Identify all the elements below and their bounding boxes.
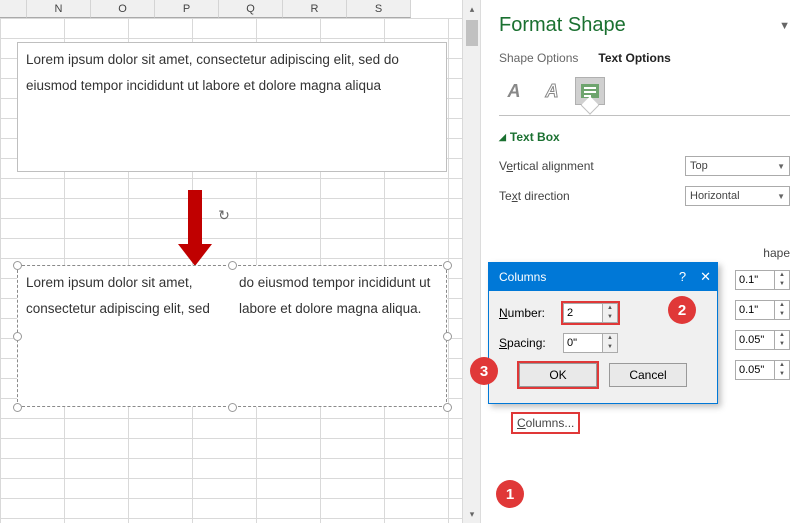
col-header-n[interactable]: N bbox=[27, 0, 91, 18]
columns-dialog: Columns ? ✕ Number: ▲▼ Spacing: ▲▼ OK Ca… bbox=[488, 262, 718, 404]
text-effects-icon[interactable]: A bbox=[537, 77, 567, 105]
scroll-down-icon[interactable]: ▾ bbox=[463, 505, 481, 523]
bottom-margin-input[interactable] bbox=[736, 361, 774, 379]
col-header-r[interactable]: R bbox=[283, 0, 347, 18]
right-margin-input[interactable] bbox=[736, 301, 774, 319]
resize-shape-label-partial: hape bbox=[763, 246, 790, 260]
section-text-box[interactable]: ◢ Text Box bbox=[499, 130, 790, 144]
help-icon[interactable]: ? bbox=[679, 269, 686, 285]
number-spinner[interactable]: ▲▼ bbox=[563, 303, 618, 323]
selection-handle[interactable] bbox=[443, 403, 452, 412]
number-label: Number: bbox=[499, 306, 557, 320]
shape-top-text: Lorem ipsum dolor sit amet, consectetur … bbox=[26, 52, 399, 93]
textbox-icon[interactable] bbox=[575, 77, 605, 105]
callout-1: 1 bbox=[496, 480, 524, 508]
col-header-s[interactable]: S bbox=[347, 0, 411, 18]
rotate-handle-icon[interactable]: ↻ bbox=[215, 207, 233, 225]
scroll-up-icon[interactable]: ▴ bbox=[463, 0, 481, 18]
tab-text-options[interactable]: Text Options bbox=[598, 51, 670, 65]
selection-handle[interactable] bbox=[13, 332, 22, 341]
spacing-input[interactable] bbox=[564, 334, 602, 352]
dialog-title: Columns bbox=[499, 270, 546, 284]
selection-handle[interactable] bbox=[13, 261, 22, 270]
ok-button[interactable]: OK bbox=[519, 363, 597, 387]
left-margin-input[interactable] bbox=[736, 271, 774, 289]
panel-title: Format Shape bbox=[499, 14, 626, 37]
selection-handle[interactable] bbox=[13, 403, 22, 412]
selection-handle[interactable] bbox=[228, 261, 237, 270]
scroll-thumb[interactable] bbox=[466, 20, 478, 46]
top-margin-input[interactable] bbox=[736, 331, 774, 349]
callout-3: 3 bbox=[470, 357, 498, 385]
selection-handle[interactable] bbox=[443, 261, 452, 270]
text-fill-icon[interactable]: A bbox=[499, 77, 529, 105]
spacing-spinner[interactable]: ▲▼ bbox=[563, 333, 618, 353]
collapse-triangle-icon[interactable]: ◢ bbox=[499, 132, 506, 143]
right-margin-spinner[interactable]: ▲▼ bbox=[735, 300, 790, 320]
vertical-scrollbar[interactable]: ▴ ▾ bbox=[462, 0, 480, 523]
dialog-titlebar[interactable]: Columns ? ✕ bbox=[489, 263, 717, 291]
text-box-shape-bottom[interactable]: Lorem ipsum dolor sit amet, consectetur … bbox=[17, 265, 447, 407]
number-input[interactable] bbox=[564, 304, 602, 322]
panel-menu-caret-icon[interactable]: ▼ bbox=[779, 20, 790, 32]
spreadsheet-grid[interactable]: N O P Q R S Lorem ipsum dolor sit amet, … bbox=[0, 0, 480, 523]
selection-handle[interactable] bbox=[443, 332, 452, 341]
col-header-o[interactable]: O bbox=[91, 0, 155, 18]
text-box-shape-top[interactable]: Lorem ipsum dolor sit amet, consectetur … bbox=[17, 42, 447, 172]
shape-bottom-text: Lorem ipsum dolor sit amet, consectetur … bbox=[26, 270, 438, 321]
arrow-down-icon bbox=[188, 190, 202, 248]
vertical-alignment-label: Vertical alignment bbox=[499, 159, 685, 173]
col-header-m-partial[interactable] bbox=[0, 0, 27, 18]
bottom-margin-spinner[interactable]: ▲▼ bbox=[735, 360, 790, 380]
tab-shape-options[interactable]: Shape Options bbox=[499, 51, 578, 65]
callout-2: 2 bbox=[668, 296, 696, 324]
col-header-q[interactable]: Q bbox=[219, 0, 283, 18]
text-direction-label: Text direction bbox=[499, 189, 685, 203]
selection-handle[interactable] bbox=[228, 403, 237, 412]
text-direction-combo[interactable]: Horizontal▼ bbox=[685, 186, 790, 206]
left-margin-spinner[interactable]: ▲▼ bbox=[735, 270, 790, 290]
cancel-button[interactable]: Cancel bbox=[609, 363, 687, 387]
column-headers: N O P Q R S bbox=[0, 0, 411, 18]
columns-link[interactable]: Columns... bbox=[513, 414, 578, 432]
close-icon[interactable]: ✕ bbox=[700, 269, 711, 285]
col-header-p[interactable]: P bbox=[155, 0, 219, 18]
spacing-label: Spacing: bbox=[499, 336, 557, 350]
top-margin-spinner[interactable]: ▲▼ bbox=[735, 330, 790, 350]
vertical-alignment-combo[interactable]: Top▼ bbox=[685, 156, 790, 176]
